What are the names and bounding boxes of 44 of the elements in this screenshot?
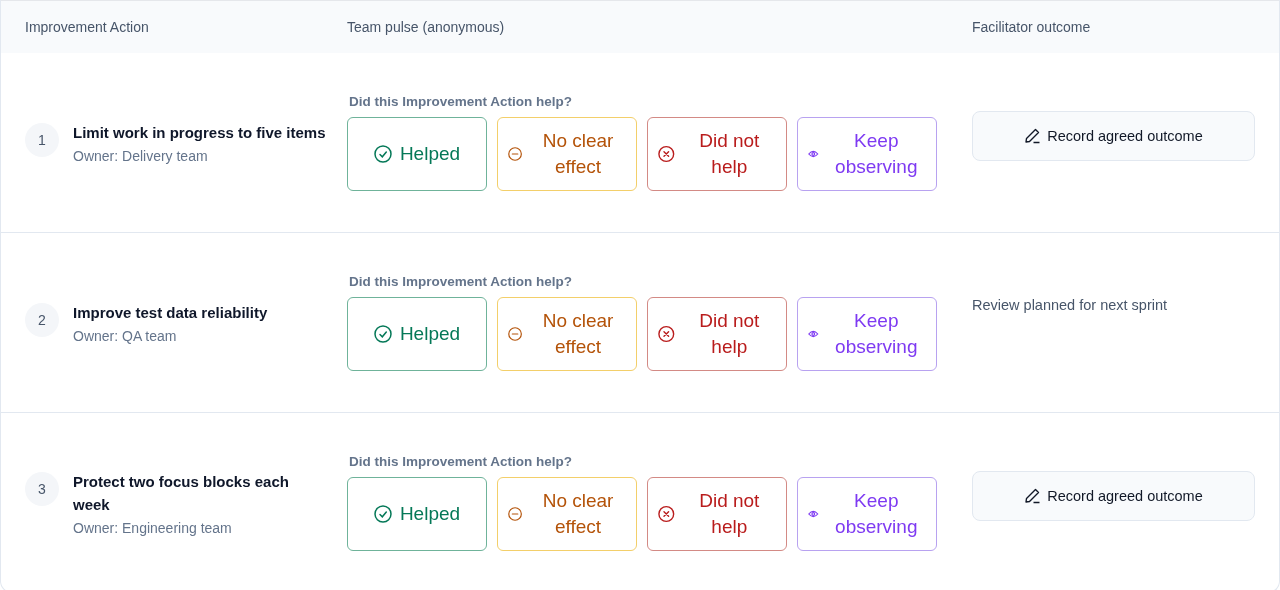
check-circle-icon (373, 145, 392, 163)
question-label: Did this Improvement Action help? (349, 454, 573, 469)
x-circle-icon (658, 505, 675, 523)
column-header: Improvement Action (25, 19, 150, 35)
row-number: 3 (25, 471, 59, 506)
minus-circle-icon (508, 145, 523, 163)
eye-icon (808, 509, 819, 519)
check-circle-icon (373, 325, 392, 343)
owner-text: Owner: QA team (73, 328, 178, 344)
eye-icon (808, 329, 819, 339)
outcome-note: Review planned for next sprint (972, 296, 1169, 313)
record-outcome-button[interactable]: Record agreed outcome (972, 110, 1255, 161)
action-title: Limit work in progress to five items (73, 123, 326, 143)
no-clear-effect-button[interactable]: No clear effect (497, 117, 637, 191)
minus-circle-icon (508, 325, 523, 343)
column-header: Team pulse (anonymous) (347, 19, 506, 35)
keep-observing-button[interactable]: Keep observing (797, 297, 937, 371)
no-clear-effect-button[interactable]: No clear effect (497, 297, 637, 371)
row-number: 1 (25, 123, 59, 157)
action-title: Improve test data reliability (73, 303, 268, 323)
keep-observing-button[interactable]: Keep observing (797, 117, 937, 191)
eye-icon (808, 149, 819, 159)
no-clear-effect-button[interactable]: No clear effect (497, 477, 637, 551)
did-not-help-button[interactable]: Did not help (647, 117, 787, 191)
helped-button[interactable]: Helped (347, 117, 487, 191)
keep-observing-button[interactable]: Keep observing (797, 477, 937, 551)
owner-text: Owner: Engineering team (73, 519, 233, 536)
pencil-icon (1024, 127, 1042, 144)
owner-text: Owner: Delivery team (73, 148, 209, 164)
question-label: Did this Improvement Action help? (349, 94, 573, 109)
question-label: Did this Improvement Action help? (349, 274, 573, 289)
action-title: Protect two focus blocks each week (73, 471, 290, 515)
helped-button[interactable]: Helped (347, 297, 487, 371)
pencil-icon (1024, 487, 1042, 504)
x-circle-icon (658, 145, 675, 163)
row-number: 2 (25, 303, 59, 337)
record-outcome-button[interactable]: Record agreed outcome (972, 470, 1255, 521)
check-circle-icon (373, 505, 392, 523)
column-header: Facilitator outcome (971, 19, 1092, 35)
did-not-help-button[interactable]: Did not help (647, 297, 787, 371)
x-circle-icon (658, 325, 675, 343)
did-not-help-button[interactable]: Did not help (647, 477, 787, 551)
minus-circle-icon (508, 505, 523, 523)
helped-button[interactable]: Helped (347, 477, 487, 551)
